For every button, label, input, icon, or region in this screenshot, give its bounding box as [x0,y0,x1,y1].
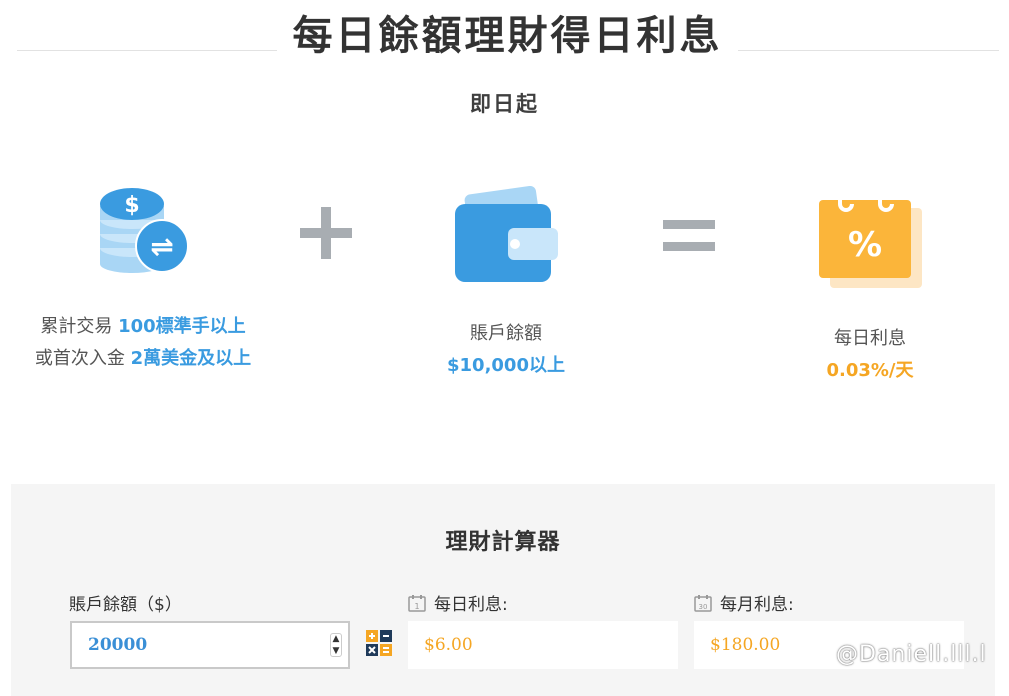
monthly-interest-label: 30 每月利息: [694,590,794,615]
calendar-month-icon: 30 [694,594,712,612]
balance-field-label-text: 賬戶餘額（$） [69,595,182,615]
watermark: @Daniell.lll.l [836,642,987,667]
balance-stepper[interactable]: ▲ ▼ [330,633,342,657]
deposit-condition-label: 或首次入金 [34,348,131,369]
daily-interest-label: 1 每日利息: [408,590,508,615]
interest-rate-value: 0.03%/天 [826,360,914,381]
calculator-title: 理財計算器 [445,530,561,555]
calendar-percent-icon: % [816,186,924,290]
balance-condition-label: 賬戶餘額 [470,323,542,344]
page-title: 每日餘額理財得日利息 [292,13,723,59]
coins-exchange-icon: $ ⇌ [96,182,192,278]
wallet-icon [452,185,560,284]
stepper-up-icon[interactable]: ▲ [333,634,340,644]
deposit-amount-highlight: 2萬美金及以上 [130,348,252,369]
stepper-down-icon[interactable]: ▼ [333,646,340,656]
equals-icon [663,220,715,252]
interest-condition-label: 每日利息 [834,328,906,349]
exchange-arrows: ⇌ [150,230,173,263]
interest-condition: 每日利息 0.03%/天 [770,323,970,387]
title-divider-left [17,50,277,51]
title-divider-right [738,50,999,51]
page-subtitle: 即日起 [470,92,539,116]
balance-input-value: 20000 [88,635,148,655]
calendar-month-number: 30 [699,603,708,611]
calendar-day-icon: 1 [408,594,426,612]
trade-condition-line2: 或首次入金 2萬美金及以上 [0,343,286,375]
calendar-day-number: 1 [414,602,419,611]
dollar-sign: $ [124,193,139,218]
monthly-interest-value: $180.00 [710,635,781,655]
title-row: 每日餘額理財得日利息 [0,10,1009,70]
trade-lots-highlight: 100標準手以上 [118,316,246,337]
trade-condition-line1: 累計交易 100標準手以上 [0,311,286,343]
calculator-icon[interactable] [366,630,392,656]
percent-sign: % [848,225,882,265]
trade-condition-label: 累計交易 [40,316,119,337]
balance-condition: 賬戶餘額 $10,000以上 [406,318,606,382]
balance-condition-value: $10,000以上 [447,355,565,376]
balance-input[interactable]: 20000 ▲ ▼ [70,621,350,669]
daily-interest-output: $6.00 [408,621,678,669]
trade-condition: 累計交易 100標準手以上 或首次入金 2萬美金及以上 [0,311,286,375]
monthly-interest-label-text: 每月利息: [720,595,794,615]
balance-field-label: 賬戶餘額（$） [69,590,182,615]
daily-interest-label-text: 每日利息: [434,595,508,615]
plus-icon [300,207,352,259]
daily-interest-value: $6.00 [424,635,473,655]
